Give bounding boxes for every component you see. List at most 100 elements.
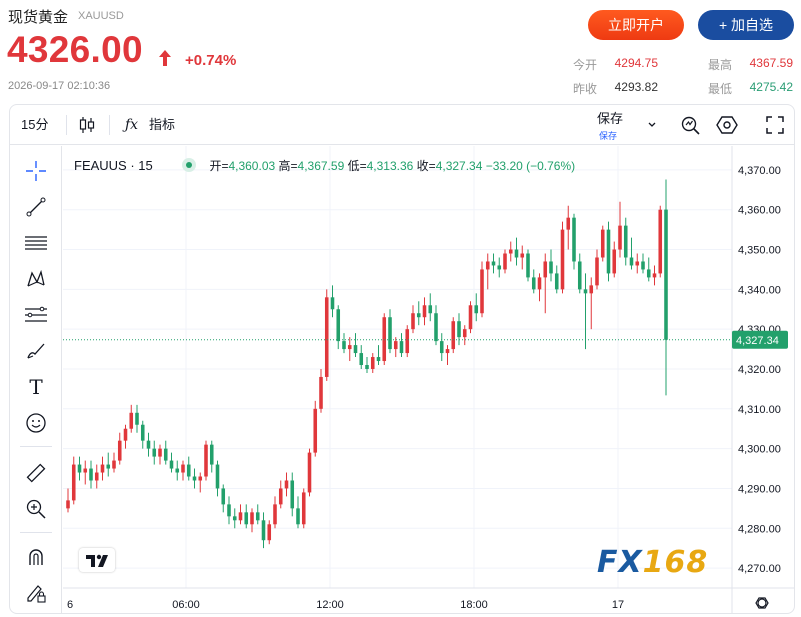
candle-body [468, 305, 473, 330]
candle-body [66, 500, 70, 509]
candle-body [77, 464, 82, 473]
candle-body [445, 349, 450, 354]
fx-icon[interactable]: ƒx [125, 105, 138, 145]
legend-symbol: FEAUUS · 15 [74, 158, 153, 173]
candle-body [600, 229, 605, 258]
settings-icon[interactable] [716, 114, 738, 136]
candle-body [181, 464, 185, 473]
candle-body [508, 249, 513, 254]
candle-body [290, 480, 295, 509]
candle-body [405, 329, 410, 354]
candle-body [135, 412, 139, 425]
quick-search-icon[interactable] [679, 114, 701, 136]
y-tick-label: 4,280.00 [738, 523, 781, 535]
candle-body [347, 345, 352, 350]
candle-body [388, 317, 392, 350]
quote-timestamp: 2026-09-17 02:10:36 [8, 80, 111, 92]
candle-body [319, 376, 323, 409]
y-tick-label: 4,290.00 [738, 483, 781, 495]
legend-low-label: 低= [347, 159, 367, 173]
candle-body [370, 357, 375, 369]
candle-body [83, 468, 88, 473]
x-tick-label: 18:00 [460, 599, 488, 611]
toolbar-divider [66, 115, 67, 135]
candle-body [457, 321, 461, 338]
high-value: 4367.59 [749, 56, 793, 70]
x-tick-label: 12:00 [316, 599, 344, 611]
low-value: 4275.42 [749, 80, 793, 94]
legend-low: 4,313.36 [366, 159, 414, 173]
chevron-down-icon[interactable] [647, 120, 657, 130]
candle-body [612, 249, 617, 274]
candle-body [451, 321, 456, 350]
fullscreen-icon[interactable] [765, 115, 785, 135]
candle-body [422, 305, 427, 318]
candle-body [526, 253, 530, 278]
candle-body [244, 512, 249, 525]
watermark-fx: FX [597, 545, 643, 580]
candle-body [652, 273, 657, 278]
market-status-icon [182, 158, 197, 172]
candle-body [100, 464, 105, 473]
candle-body [365, 365, 369, 369]
legend-open: 4,360.03 [228, 159, 276, 173]
legend-high-label: 高= [278, 159, 298, 173]
candle-body [474, 305, 479, 314]
candle-body [186, 464, 191, 477]
candle-body [255, 512, 260, 521]
candle-body [158, 448, 162, 457]
instrument-name: 现货黄金 [8, 9, 69, 26]
save-sublabel: 保存 [599, 131, 618, 141]
candle-body [261, 520, 266, 541]
candle-body [123, 428, 128, 441]
candle-body [416, 313, 421, 318]
candle-body [531, 277, 536, 290]
candle-body [330, 297, 335, 310]
candle-body [595, 257, 599, 286]
candle-body [428, 305, 433, 314]
candle-body [250, 512, 254, 525]
x-tick-label: 06:00 [172, 599, 200, 611]
candle-style-icon[interactable] [78, 116, 96, 134]
y-tick-label: 4,350.00 [738, 245, 781, 257]
candle-body [313, 408, 318, 453]
candle-body [307, 452, 312, 493]
legend-close: 4,327.34 [435, 159, 483, 173]
candle-body [94, 472, 99, 481]
tradingview-logo[interactable] [79, 548, 115, 572]
candle-body [514, 249, 519, 258]
legend-open-label: 开= [209, 159, 229, 173]
candle-body [89, 468, 93, 481]
candle-body [434, 313, 438, 342]
last-price-label: 4,327.34 [736, 335, 779, 347]
candle-body [503, 253, 507, 270]
instrument-symbol: XAUUSD [78, 10, 124, 22]
candle-body [204, 444, 208, 477]
candle-body [560, 229, 565, 290]
add-watchlist-button[interactable]: + 加自选 [698, 10, 794, 40]
candle-body [112, 460, 116, 469]
candle-body [646, 269, 651, 278]
candle-body [577, 261, 582, 290]
watermark-num: 168 [642, 545, 709, 580]
candle-body [485, 261, 490, 270]
arrow-up-icon [159, 50, 171, 66]
y-tick-label: 4,370.00 [738, 165, 781, 177]
candle-body [273, 504, 277, 525]
candle-body [106, 464, 111, 469]
y-tick-label: 4,340.00 [738, 284, 781, 296]
open-account-button[interactable]: 立即开户 [588, 10, 684, 40]
price-chart[interactable]: 4,370.004,360.004,350.004,340.004,330.00… [10, 146, 795, 614]
candle-body [284, 480, 289, 489]
candle-body [296, 508, 300, 525]
y-tick-label: 4,270.00 [738, 563, 781, 575]
candle-body [140, 424, 145, 441]
change-percent: +0.74% [185, 52, 237, 69]
candle-body [566, 217, 571, 230]
last-price: 4326.00 [7, 29, 143, 70]
candle-body [152, 448, 157, 457]
indicators-button[interactable]: 指标 [149, 105, 175, 145]
interval-selector[interactable]: 15分 [21, 105, 48, 145]
candle-body [618, 225, 622, 250]
candle-body [232, 516, 237, 521]
